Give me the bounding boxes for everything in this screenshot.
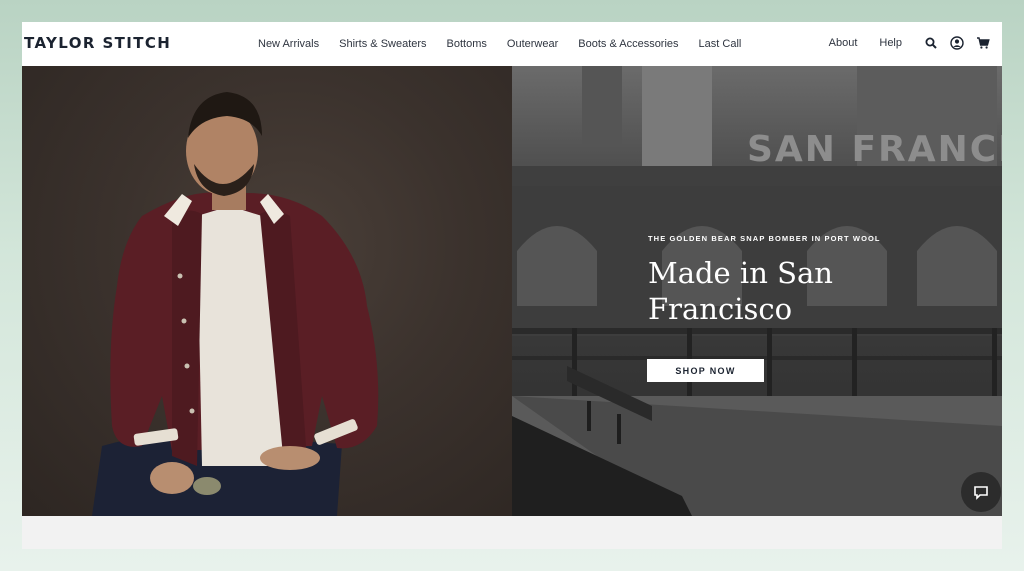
main-nav: New Arrivals Shirts & Sweaters Bottoms O… [258,38,761,50]
hero-model-image [22,66,512,516]
utility-nav: About Help [829,36,1002,50]
nav-outerwear[interactable]: Outerwear [507,38,558,50]
nav-shirts-sweaters[interactable]: Shirts & Sweaters [339,38,426,50]
model-illustration [92,92,379,516]
hero-headline: Made in San Francisco [648,256,833,326]
cart-icon[interactable] [976,36,990,50]
site-header: TAYLOR STITCH New Arrivals Shirts & Swea… [22,22,1002,66]
browser-viewport: TAYLOR STITCH New Arrivals Shirts & Swea… [22,22,1002,549]
hero-eyebrow: THE GOLDEN BEAR SNAP BOMBER IN PORT WOOL [648,234,881,243]
nav-boots-accessories[interactable]: Boots & Accessories [578,38,678,50]
search-icon[interactable] [924,36,938,50]
sign-lettering: SAN FRANCIS [747,129,1002,170]
shop-now-button[interactable]: SHOP NOW [647,359,764,382]
account-icon[interactable] [950,36,964,50]
nav-last-call[interactable]: Last Call [699,38,742,50]
nav-bottoms[interactable]: Bottoms [447,38,487,50]
nav-new-arrivals[interactable]: New Arrivals [258,38,319,50]
chat-widget-button[interactable] [961,472,1001,512]
help-link[interactable]: Help [879,37,902,49]
chat-icon [974,486,988,500]
brand-logo[interactable]: TAYLOR STITCH [24,34,171,52]
hero-copy: THE GOLDEN BEAR SNAP BOMBER IN PORT WOOL… [648,234,948,327]
about-link[interactable]: About [829,37,858,49]
